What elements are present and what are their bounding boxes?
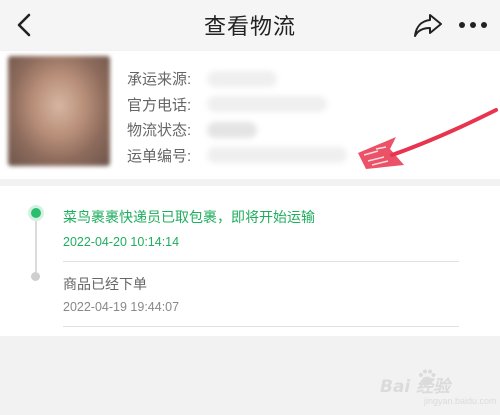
timeline-event-time: 2022-04-20 10:14:14 [63, 235, 180, 249]
status-value-blurred [207, 121, 257, 138]
shipment-info-card: 承运来源: 官方电话: 物流状态: 运单编号: [0, 51, 500, 179]
timeline-divider [63, 261, 459, 262]
more-dots-icon[interactable] [456, 12, 490, 38]
carrier-value-blurred [207, 70, 277, 87]
timeline-dot-active [28, 205, 44, 221]
paw-icon [419, 369, 436, 386]
tracking-number-row: 运单编号: [127, 143, 347, 169]
annotation-arrow-icon [358, 108, 498, 169]
watermark-main-text: Bai 经验 [380, 377, 451, 397]
timeline-line [35, 214, 37, 272]
phone-value-blurred [207, 96, 327, 113]
product-thumbnail [8, 56, 110, 166]
logistics-timeline: 菜鸟裹裹快递员已取包裹，即将开始运输 2022-04-20 10:14:14 商… [0, 186, 500, 336]
timeline-event-time: 2022-04-19 19:44:07 [63, 300, 180, 314]
status-row: 物流状态: [127, 117, 347, 143]
status-label: 物流状态: [127, 122, 192, 140]
watermark-sub-text: jingyan.baidu.com [424, 396, 497, 406]
tracking-number-value-blurred [207, 147, 347, 164]
timeline-dot [31, 272, 40, 281]
timeline-divider [63, 326, 459, 327]
phone-label: 官方电话: [127, 96, 192, 114]
carrier-row: 承运来源: [127, 66, 347, 92]
carrier-label: 承运来源: [127, 71, 192, 89]
timeline-event-description: 菜鸟裹裹快递员已取包裹，即将开始运输 [63, 209, 315, 225]
shipment-info-rows: 承运来源: 官方电话: 物流状态: 运单编号: [127, 66, 347, 168]
timeline-event-description: 商品已经下单 [63, 276, 147, 292]
share-arrow-icon[interactable] [412, 10, 444, 40]
phone-row: 官方电话: [127, 92, 347, 118]
baidu-jingyan-watermark: Bai 经验 jingyan.baidu.com [380, 366, 498, 412]
top-navigation-bar: 查看物流 [0, 0, 500, 50]
tracking-number-label: 运单编号: [127, 147, 192, 165]
